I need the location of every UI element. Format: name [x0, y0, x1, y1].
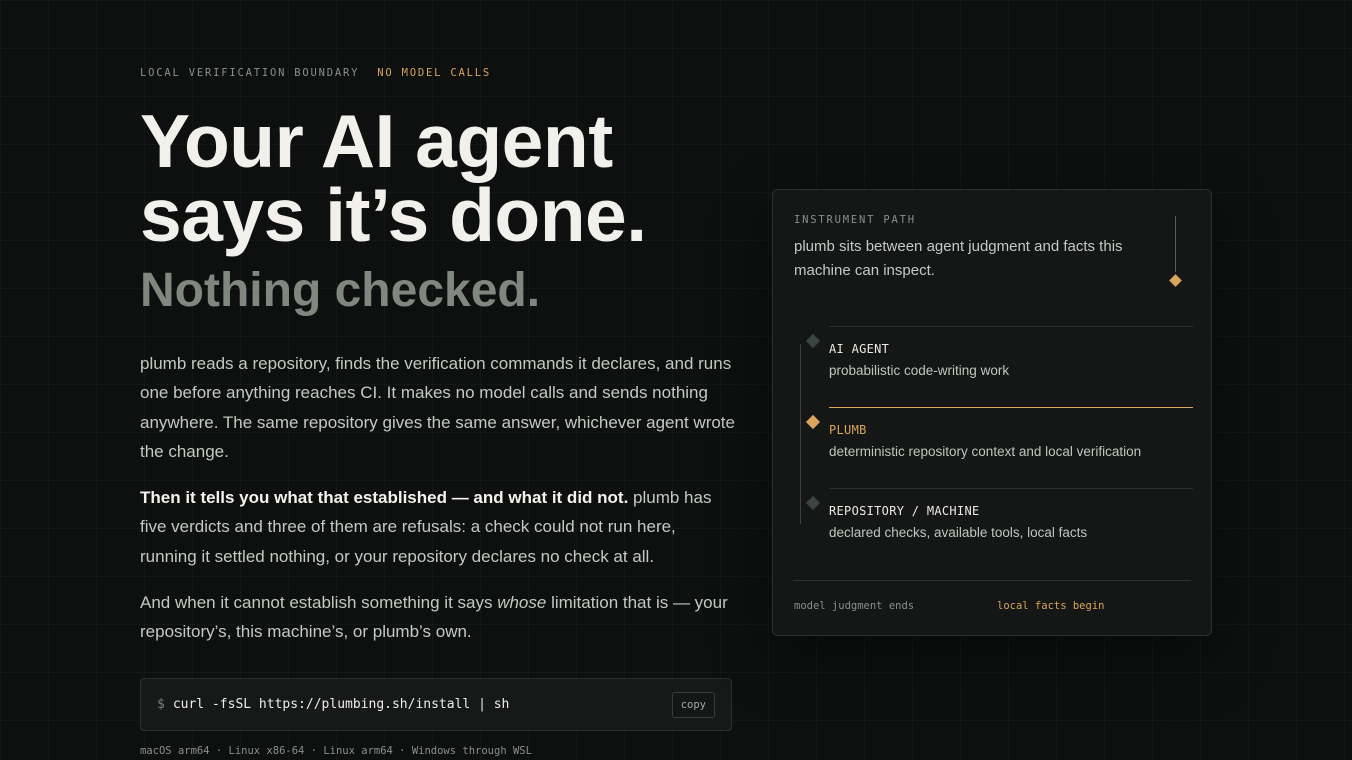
eyebrow: LOCAL VERIFICATION BOUNDARY NO MODEL CALL… — [140, 67, 491, 79]
diamond-icon — [805, 333, 821, 349]
headline-line-2: says it’s done. — [140, 173, 647, 257]
layer-description: deterministic repository context and loc… — [829, 444, 1142, 459]
layer-divider — [829, 326, 1193, 327]
verdicts-lead: Then it tells you what that established … — [140, 488, 629, 508]
instrument-path-card: INSTRUMENT PATH plumb sits between agent… — [772, 189, 1212, 636]
limitation-emphasis: whose — [497, 593, 547, 613]
eyebrow-accent: NO MODEL CALLS — [377, 67, 491, 79]
limitation-text-a: And when it cannot establish something i… — [140, 593, 498, 613]
intro-paragraph-2: Then it tells you what that established … — [140, 483, 736, 571]
layer-divider-active — [829, 407, 1193, 408]
plumb-line — [1175, 216, 1176, 272]
subhead: Nothing checked. — [140, 264, 541, 317]
eyebrow-label: LOCAL VERIFICATION BOUNDARY — [140, 67, 360, 79]
page-title: Your AI agent says it’s done. — [140, 99, 780, 257]
install-command[interactable]: curl -fsSL https://plumbing.sh/install |… — [173, 697, 672, 712]
card-description: plumb sits between agent judgment and fa… — [794, 238, 1123, 279]
copy-button[interactable]: copy — [671, 691, 715, 718]
intro-paragraph-1: plumb reads a repository, finds the veri… — [140, 354, 735, 461]
shell-prompt: $ — [157, 697, 165, 712]
intro-paragraph-3: And when it cannot establish something i… — [140, 588, 736, 647]
footer-local-facts: local facts begin — [997, 600, 1105, 612]
layer-description: declared checks, available tools, local … — [829, 525, 1088, 540]
layer-name: REPOSITORY / MACHINE — [829, 504, 980, 518]
stack-rail — [800, 344, 801, 524]
layer-name: PLUMB — [829, 423, 867, 437]
supported-platforms: macOS arm64 · Linux x86-64 · Linux arm64… — [140, 745, 532, 757]
layer-description: probabilistic code-writing work — [829, 363, 1010, 378]
install-command-box: $ curl -fsSL https://plumbing.sh/install… — [140, 678, 732, 731]
card-footer-divider — [793, 580, 1191, 581]
intro-copy: plumb reads a repository, finds the veri… — [140, 349, 736, 664]
headline-line-1: Your AI agent — [140, 99, 613, 183]
layer-name: AI AGENT — [829, 342, 890, 356]
card-title: INSTRUMENT PATH — [794, 214, 916, 226]
plumb-bob-icon — [1169, 274, 1182, 287]
diamond-icon-active — [805, 414, 821, 430]
diamond-icon — [805, 495, 821, 511]
footer-model-judgment: model judgment ends — [794, 600, 915, 612]
layer-divider — [829, 488, 1193, 489]
